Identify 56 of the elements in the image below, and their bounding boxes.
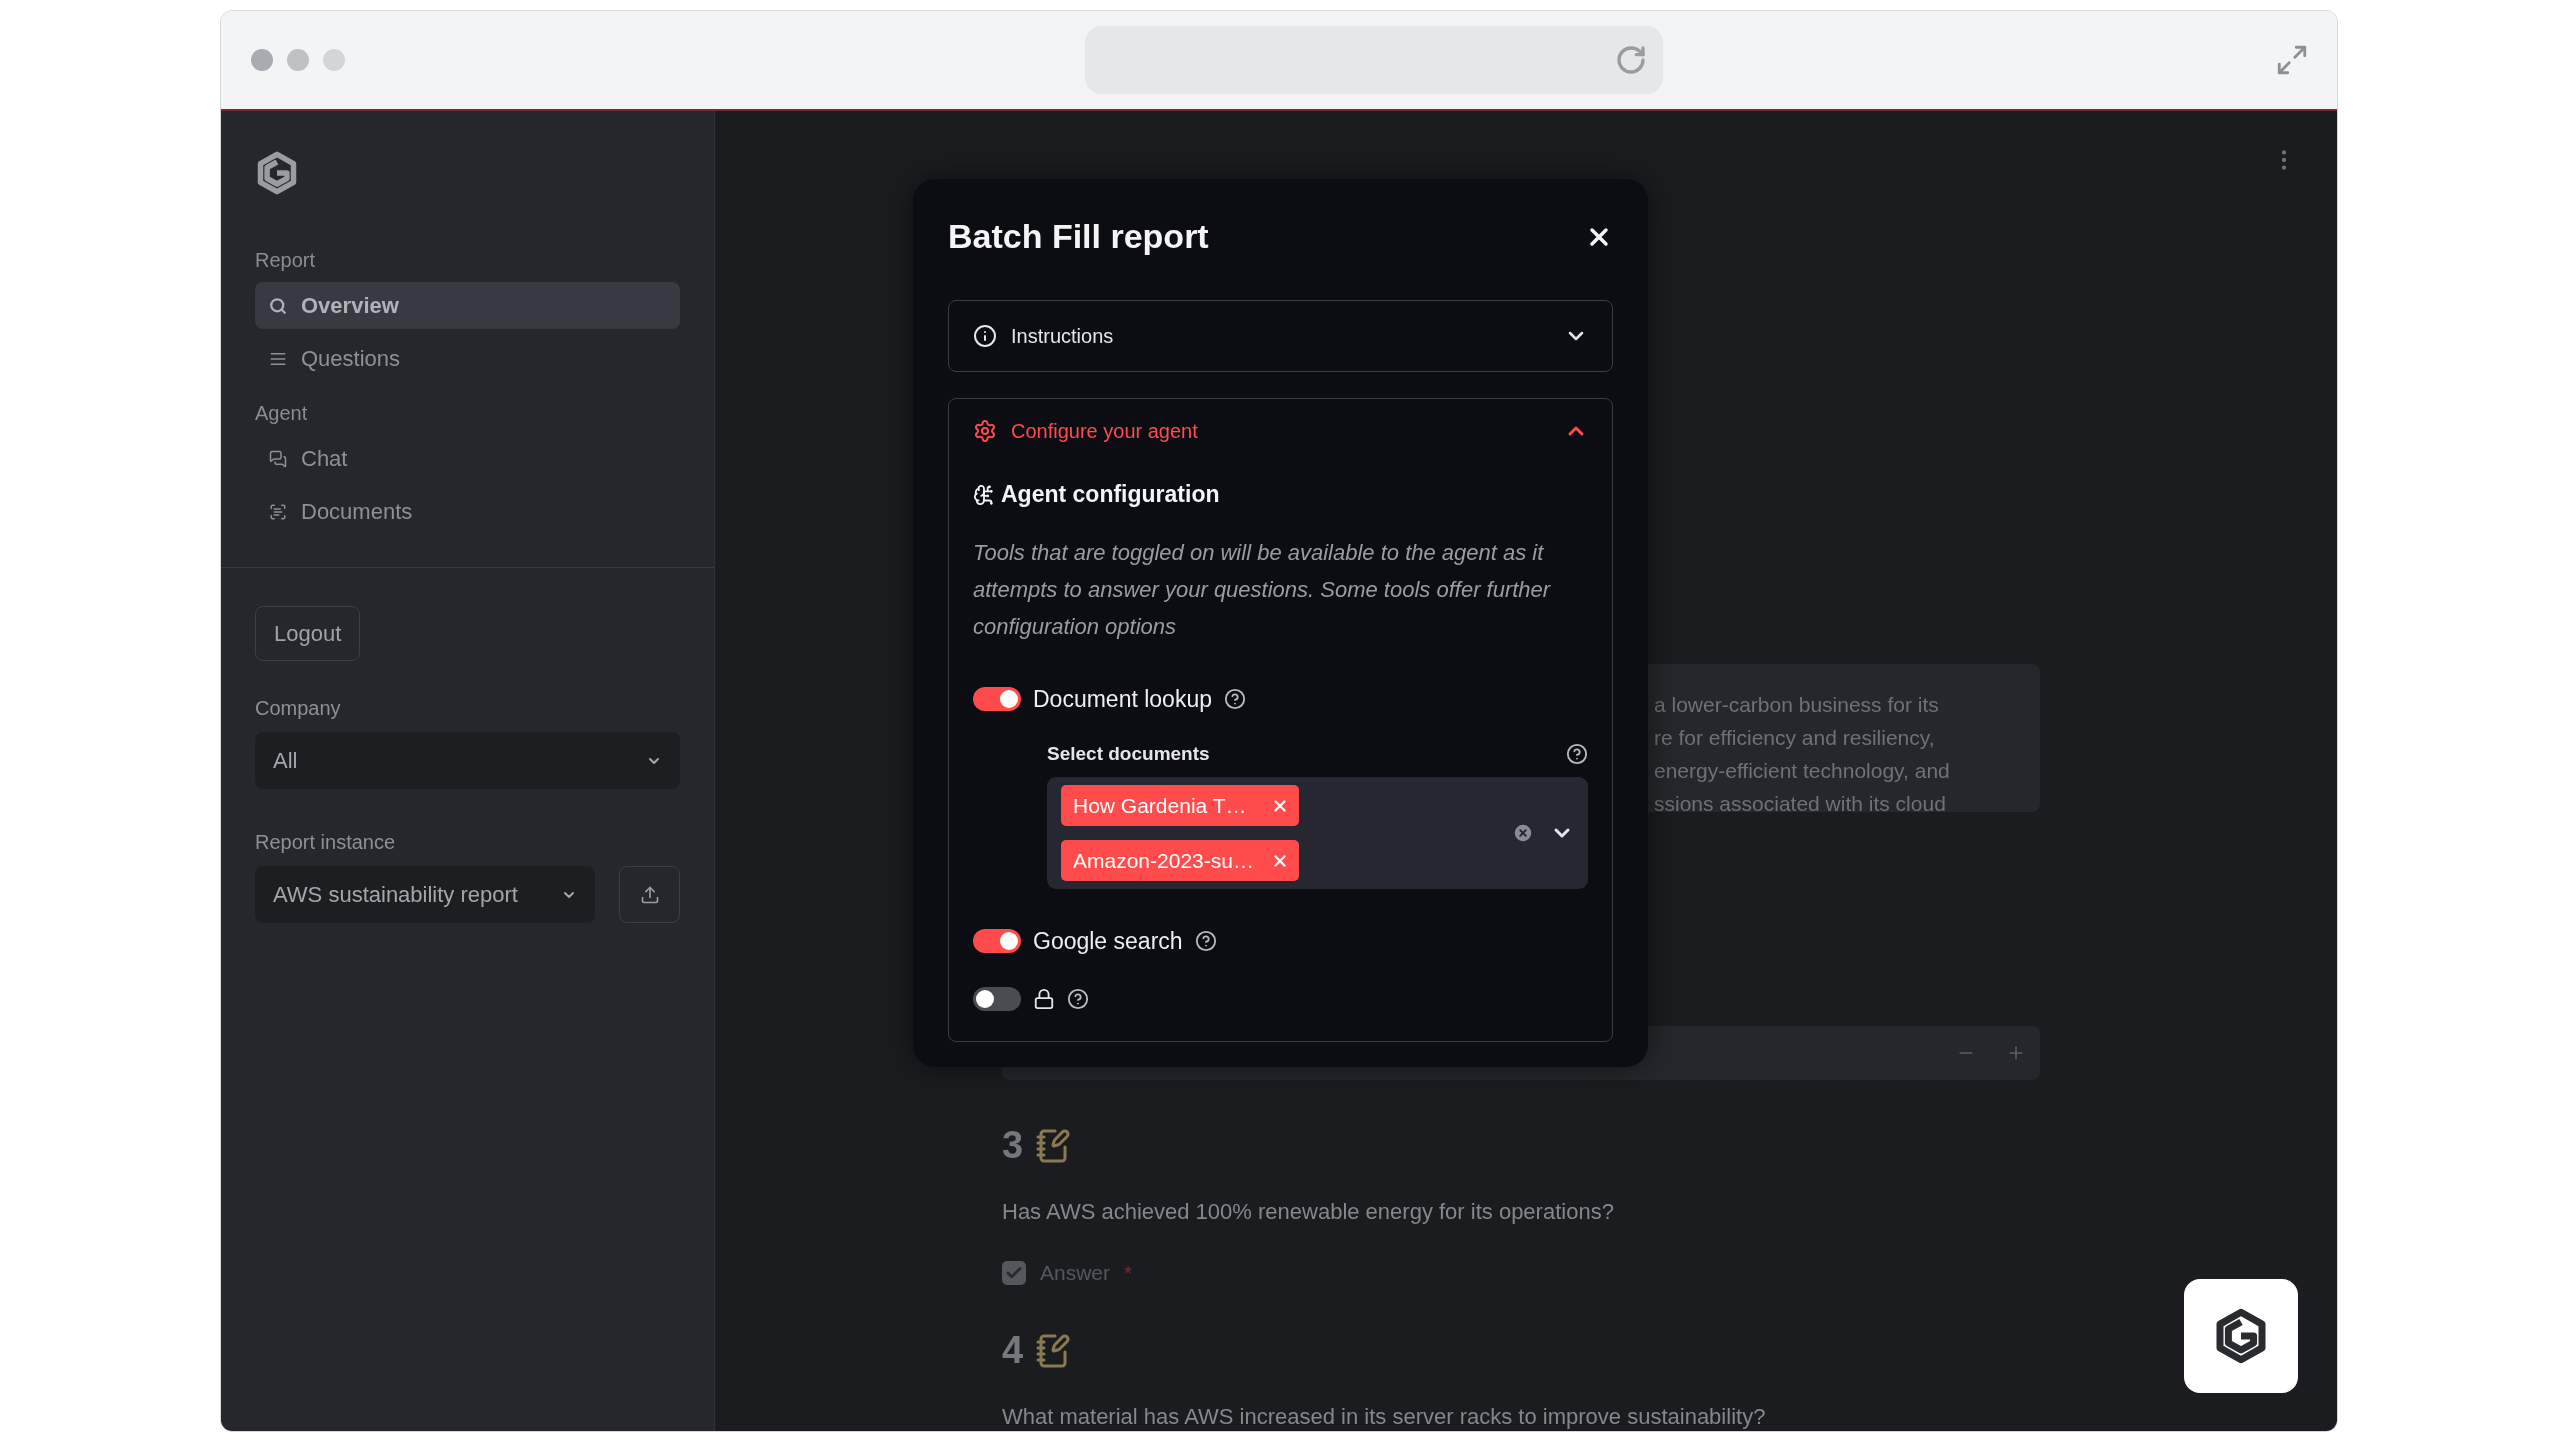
tool-label: Document lookup [1033,685,1212,713]
section-label: Agent [255,402,309,425]
answer-label: Answer [1040,1261,1111,1285]
accordion-header[interactable]: Instructions [949,301,1612,371]
lock-icon [1033,988,1055,1010]
question-number: 3 [1002,1124,1024,1167]
tool-label: Google search [1033,927,1183,955]
company-select[interactable]: All [255,732,680,789]
help-icon[interactable] [1566,743,1588,765]
hexagon-logo-icon [255,151,299,195]
required-mark: * [1124,1261,1133,1285]
nav-item[interactable]: Questions [255,335,680,382]
section-label: Report [255,249,317,272]
toggle-switch[interactable] [973,987,1021,1011]
multiselect-field[interactable]: How Gardenia T… Amazon-2023-su… [1047,777,1588,889]
help-icon[interactable] [1224,688,1246,710]
toggle-switch[interactable] [973,929,1021,953]
accordion-header[interactable]: Configure your agent [949,399,1612,463]
window-dot[interactable] [251,49,273,71]
chat-bubbles-icon [269,449,287,468]
notepad-pencil-icon [1035,1332,1072,1369]
brain-icon [973,483,995,506]
nav-item[interactable]: Documents [255,488,680,535]
window-dot[interactable] [287,49,309,71]
field-label: Select documents [1047,743,1210,765]
info-icon [973,324,997,348]
expand-icon[interactable] [2275,43,2309,77]
question-number: 4 [1002,1329,1024,1372]
window-dot[interactable] [323,49,345,71]
answer-checkbox[interactable] [1002,1261,1026,1285]
config-description: Tools that are toggled on will be available to the agent as it attempts to answer your questions. Some tools offer further configuration options [973,539,1552,641]
field-label: Company [255,697,342,720]
nav-item[interactable]: Overview [255,282,680,329]
reload-icon[interactable] [1615,44,1647,76]
help-icon[interactable] [1067,988,1089,1010]
help-icon[interactable] [1194,930,1217,952]
logout-button[interactable]: Logout [255,606,361,661]
notepad-pencil-icon [1035,1127,1072,1164]
upload-icon [639,884,660,905]
report-select[interactable]: AWS sustainability report [255,866,596,923]
document-scan-icon [269,502,287,521]
chip-label: Amazon-2023-su… [1073,848,1254,873]
chip-label: How Gardenia T… [1073,793,1247,818]
field-label: Report instance [255,831,397,854]
address-field[interactable] [1085,26,1663,94]
upload-button[interactable] [619,866,680,923]
search-icon [269,296,287,315]
question-text: Has AWS achieved 100% renewable energy for its operations? [1002,1199,1615,1225]
clear-icon[interactable] [1512,822,1534,844]
gear-icon [973,419,997,443]
question-text: What material has AWS increased in its server racks to improve sustainability? [1002,1404,1767,1430]
logo-button[interactable] [2184,1279,2298,1393]
config-heading: Agent configuration [1001,481,1220,508]
dialog-title: Batch Fill report [948,217,1209,256]
toggle-switch[interactable] [973,687,1021,711]
nav-item[interactable]: Chat [255,435,680,482]
